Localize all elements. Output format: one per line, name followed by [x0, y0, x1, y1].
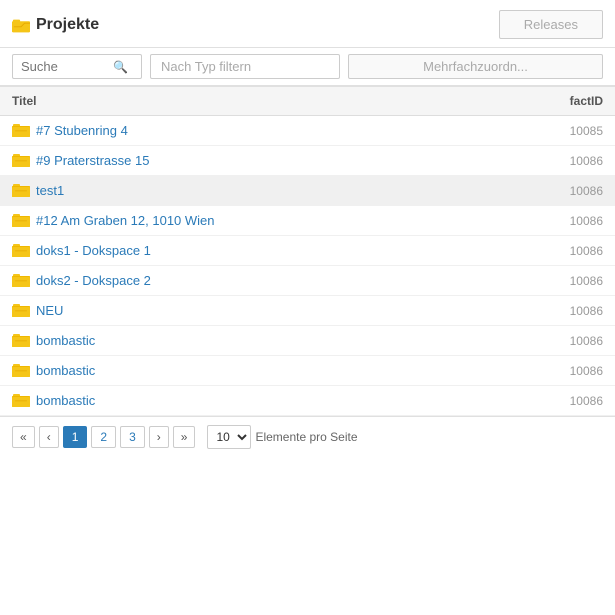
- folder-icon: [12, 273, 30, 288]
- prev-page-button[interactable]: ‹: [39, 426, 59, 448]
- row-factid: 10086: [543, 184, 603, 198]
- row-title-text: #7 Stubenring 4: [36, 123, 128, 138]
- header-left: Projekte: [12, 16, 99, 34]
- row-title: test1: [12, 183, 543, 198]
- next-page-button[interactable]: ›: [149, 426, 169, 448]
- folder-icon: [12, 333, 30, 348]
- page-1-button[interactable]: 1: [63, 426, 88, 448]
- folder-icon: [12, 183, 30, 198]
- last-page-button[interactable]: »: [173, 426, 196, 448]
- table-row[interactable]: doks1 - Dokspace 1 10086: [0, 236, 615, 266]
- table-header: Titel factID: [0, 87, 615, 116]
- row-title: NEU: [12, 303, 543, 318]
- row-title: #7 Stubenring 4: [12, 123, 543, 138]
- row-title-text: #9 Praterstrasse 15: [36, 153, 149, 168]
- row-factid: 10086: [543, 154, 603, 168]
- row-factid: 10086: [543, 274, 603, 288]
- folder-icon: [12, 303, 30, 318]
- pagination: « ‹ 1 2 3 › » 10 25 50 Elemente pro Seit…: [0, 416, 615, 457]
- row-title-text: NEU: [36, 303, 63, 318]
- row-factid: 10086: [543, 244, 603, 258]
- row-factid: 10086: [543, 214, 603, 228]
- col-factid-header: factID: [543, 94, 603, 108]
- row-title-text: doks1 - Dokspace 1: [36, 243, 151, 258]
- search-box[interactable]: 🔍: [12, 54, 142, 79]
- row-title-text: bombastic: [36, 363, 95, 378]
- row-title-text: #12 Am Graben 12, 1010 Wien: [36, 213, 215, 228]
- table-row[interactable]: #7 Stubenring 4 10085: [0, 116, 615, 146]
- row-title-text: test1: [36, 183, 64, 198]
- table-row[interactable]: #12 Am Graben 12, 1010 Wien 10086: [0, 206, 615, 236]
- table-row[interactable]: bombastic 10086: [0, 386, 615, 416]
- folder-icon: [12, 393, 30, 408]
- releases-button[interactable]: Releases: [499, 10, 603, 39]
- folder-icon: [12, 123, 30, 138]
- table: Titel factID #7 Stubenring 4 10085 #9 Pr…: [0, 86, 615, 416]
- col-title-header: Titel: [12, 94, 543, 108]
- row-title: bombastic: [12, 363, 543, 378]
- table-row[interactable]: doks2 - Dokspace 2 10086: [0, 266, 615, 296]
- row-title-text: bombastic: [36, 393, 95, 408]
- row-title: doks1 - Dokspace 1: [12, 243, 543, 258]
- page-3-button[interactable]: 3: [120, 426, 145, 448]
- folder-icon: [12, 17, 30, 32]
- search-input[interactable]: [21, 59, 111, 74]
- per-page-select[interactable]: 10 25 50: [207, 425, 251, 449]
- per-page-label: Elemente pro Seite: [255, 430, 357, 444]
- toolbar: 🔍 Nach Typ filtern Mehrfachzuordn...: [0, 48, 615, 86]
- table-body: #7 Stubenring 4 10085 #9 Praterstrasse 1…: [0, 116, 615, 416]
- table-row[interactable]: bombastic 10086: [0, 356, 615, 386]
- row-title: bombastic: [12, 393, 543, 408]
- header: Projekte Releases: [0, 0, 615, 48]
- row-title: #12 Am Graben 12, 1010 Wien: [12, 213, 543, 228]
- table-row[interactable]: test1 10086: [0, 176, 615, 206]
- row-factid: 10086: [543, 304, 603, 318]
- row-factid: 10086: [543, 394, 603, 408]
- type-filter[interactable]: Nach Typ filtern: [150, 54, 340, 79]
- row-title-text: bombastic: [36, 333, 95, 348]
- folder-icon: [12, 363, 30, 378]
- table-row[interactable]: #9 Praterstrasse 15 10086: [0, 146, 615, 176]
- row-factid: 10085: [543, 124, 603, 138]
- folder-icon: [12, 153, 30, 168]
- multi-assign-button[interactable]: Mehrfachzuordn...: [348, 54, 603, 79]
- folder-icon: [12, 243, 30, 258]
- row-factid: 10086: [543, 334, 603, 348]
- row-title: bombastic: [12, 333, 543, 348]
- per-page-container: 10 25 50 Elemente pro Seite: [207, 425, 357, 449]
- folder-icon: [12, 213, 30, 228]
- table-row[interactable]: bombastic 10086: [0, 326, 615, 356]
- table-row[interactable]: NEU 10086: [0, 296, 615, 326]
- search-icon: 🔍: [113, 60, 128, 74]
- row-title: #9 Praterstrasse 15: [12, 153, 543, 168]
- first-page-button[interactable]: «: [12, 426, 35, 448]
- row-title-text: doks2 - Dokspace 2: [36, 273, 151, 288]
- row-factid: 10086: [543, 364, 603, 378]
- page-2-button[interactable]: 2: [91, 426, 116, 448]
- row-title: doks2 - Dokspace 2: [12, 273, 543, 288]
- page-title: Projekte: [36, 16, 99, 34]
